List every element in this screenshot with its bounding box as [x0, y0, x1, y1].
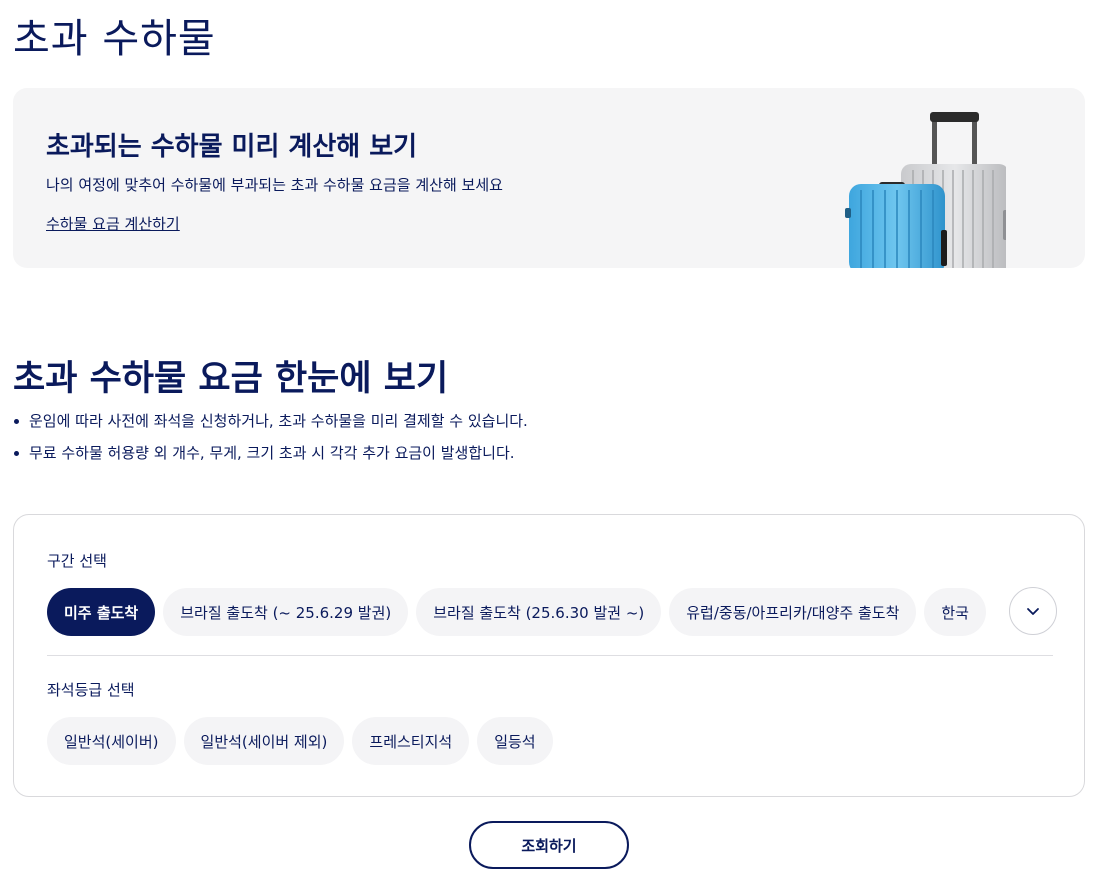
fee-note-item: 무료 수하물 허용량 외 개수, 무게, 크기 초과 시 각각 추가 요금이 발… — [13, 442, 528, 474]
route-select-label: 구간 선택 — [47, 552, 107, 570]
fee-note-item: 운임에 따라 사전에 좌석을 신청하거나, 초과 수하물을 미리 결제할 수 있… — [13, 410, 528, 442]
chevron-down-icon — [1027, 608, 1039, 615]
fee-overview-title: 초과 수하물 요금 한눈에 보기 — [13, 359, 449, 399]
class-chip-first[interactable]: 일등석 — [477, 717, 553, 765]
banner-description: 나의 여정에 맞추어 수하물에 부과되는 초과 수하물 요금을 계산해 보세요 — [46, 176, 503, 194]
banner-title: 초과되는 수하물 미리 계산해 보기 — [46, 132, 418, 162]
route-chip-korea[interactable]: 한국 — [924, 588, 986, 636]
luggage-illustration — [845, 112, 1006, 268]
class-chip-list: 일반석(세이버) 일반석(세이버 제외) 프레스티지석 일등석 — [47, 717, 553, 765]
baggage-fee-calculator-link[interactable]: 수하물 요금 계산하기 — [46, 213, 180, 234]
class-chip-economy-saver[interactable]: 일반석(세이버) — [47, 717, 176, 765]
class-chip-prestige[interactable]: 프레스티지석 — [352, 717, 470, 765]
fee-notes-list: 운임에 따라 사전에 좌석을 신청하거나, 초과 수하물을 미리 결제할 수 있… — [13, 410, 528, 474]
search-button[interactable]: 조회하기 — [469, 821, 629, 869]
route-chip-brazil-after[interactable]: 브라질 출도착 (25.6.30 발권 ~) — [416, 588, 662, 636]
route-chip-europe-middle-east-africa-oceania[interactable]: 유럽/중동/아프리카/대양주 출도착 — [669, 588, 917, 636]
class-select-label: 좌석등급 선택 — [47, 681, 135, 699]
page-title: 초과 수하물 — [13, 16, 216, 62]
baggage-calculator-banner: 초과되는 수하물 미리 계산해 보기 나의 여정에 맞추어 수하물에 부과되는 … — [13, 88, 1085, 268]
filter-divider — [47, 655, 1053, 656]
route-chip-brazil-before[interactable]: 브라질 출도착 (~ 25.6.29 발권) — [163, 588, 409, 636]
route-chip-list: 미주 출도착 브라질 출도착 (~ 25.6.29 발권) 브라질 출도착 (2… — [47, 588, 1009, 636]
route-chip-americas[interactable]: 미주 출도착 — [47, 588, 156, 636]
class-chip-economy-non-saver[interactable]: 일반석(세이버 제외) — [183, 717, 345, 765]
fee-filter-panel: 구간 선택 미주 출도착 브라질 출도착 (~ 25.6.29 발권) 브라질 … — [13, 514, 1085, 797]
route-expand-button[interactable] — [1009, 587, 1057, 635]
